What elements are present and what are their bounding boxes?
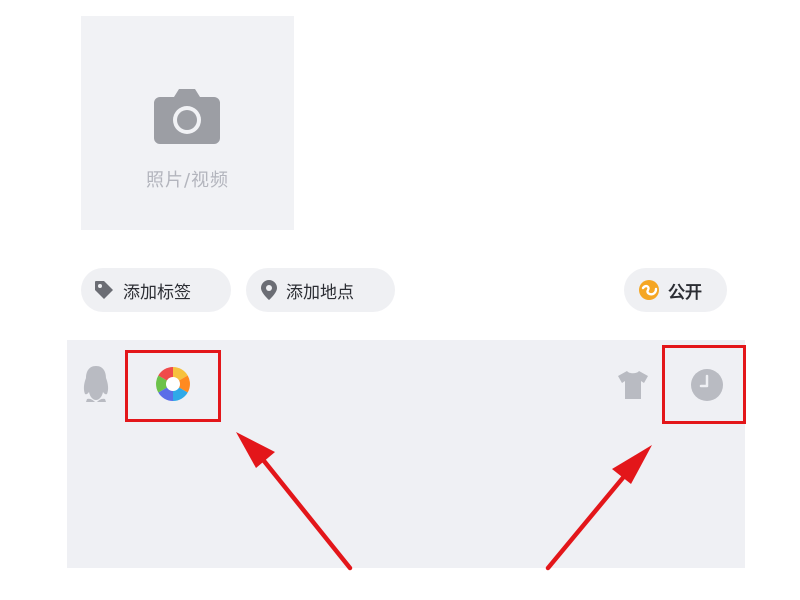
- globe-icon: [638, 279, 660, 301]
- shirt-icon[interactable]: [617, 370, 649, 400]
- qq-penguin-icon[interactable]: [83, 365, 109, 403]
- add-tag-label: 添加标签: [123, 282, 191, 303]
- tag-icon: [93, 279, 115, 301]
- visibility-button[interactable]: 公开: [624, 268, 727, 312]
- visibility-label: 公开: [668, 282, 702, 303]
- add-location-label: 添加地点: [286, 282, 354, 303]
- add-tag-button[interactable]: 添加标签: [81, 268, 231, 312]
- photo-video-picker[interactable]: 照片/视频: [81, 16, 294, 230]
- add-location-button[interactable]: 添加地点: [246, 268, 395, 312]
- photo-video-label: 照片/视频: [145, 170, 230, 191]
- color-wheel-icon[interactable]: [155, 366, 191, 402]
- location-pin-icon: [260, 279, 278, 301]
- camera-icon: [154, 87, 220, 144]
- clock-icon[interactable]: [690, 368, 724, 402]
